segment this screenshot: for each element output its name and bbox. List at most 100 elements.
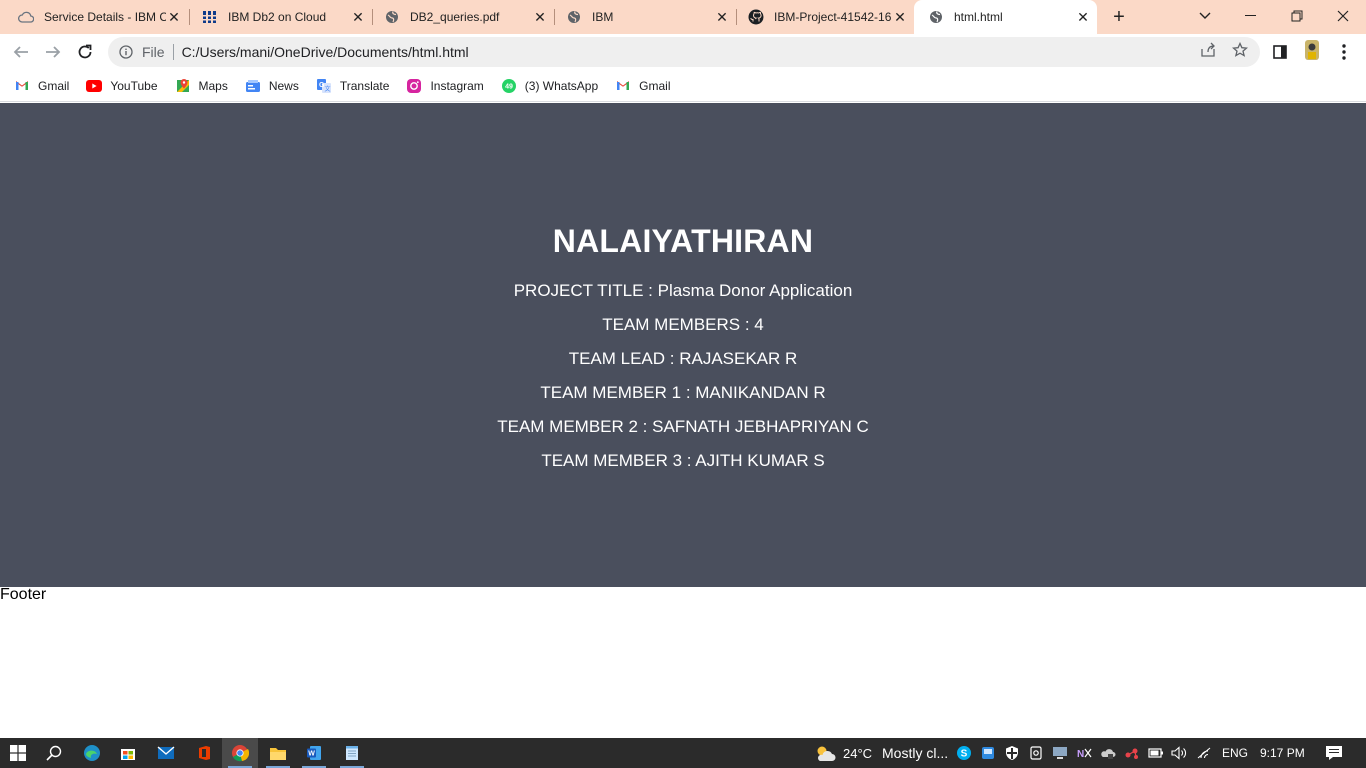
new-tab-button[interactable]: +: [1108, 6, 1130, 28]
team-member-3-line: TEAM MEMBER 3 : AJITH KUMAR S: [541, 451, 825, 470]
team-members-count-line: TEAM MEMBERS : 4: [602, 315, 764, 334]
edge-icon: [84, 745, 100, 761]
bookmark-news[interactable]: News: [245, 78, 299, 94]
close-icon[interactable]: ✕: [892, 9, 908, 25]
taskbar-office[interactable]: [186, 738, 222, 768]
cloud-icon: [18, 9, 34, 25]
github-icon: [748, 9, 764, 25]
side-panel-icon[interactable]: [1271, 43, 1289, 61]
display-icon[interactable]: [1052, 745, 1068, 761]
device-icon[interactable]: [1028, 745, 1044, 761]
minimize-button[interactable]: [1228, 0, 1274, 32]
network-app-icon[interactable]: [1124, 745, 1140, 761]
browser-tab[interactable]: IBM Db2 on Cloud ✕: [184, 0, 372, 34]
windows-logo-icon: [10, 745, 26, 761]
tab-title: IBM: [592, 10, 614, 24]
bookmark-whatsapp[interactable]: 49 (3) WhatsApp: [501, 78, 598, 94]
browser-tab[interactable]: Service Details - IBM C ✕: [0, 0, 188, 34]
tab-title: Service Details - IBM C: [44, 10, 166, 24]
wifi-icon[interactable]: [1196, 745, 1212, 761]
back-button[interactable]: [9, 40, 33, 64]
project-details: PROJECT TITLE : Plasma Donor Application…: [0, 281, 1366, 485]
hero-section: NALAIYATHIRAN PROJECT TITLE : Plasma Don…: [0, 103, 1366, 587]
page-footer: Footer: [0, 586, 47, 603]
bookmark-label: Gmail: [639, 78, 671, 93]
team-member-1-line: TEAM MEMBER 1 : MANIKANDAN R: [540, 383, 826, 402]
bookmark-label: (3) WhatsApp: [524, 78, 599, 93]
taskbar-file-explorer[interactable]: [260, 738, 296, 768]
info-icon[interactable]: [118, 44, 134, 60]
onenote-icon[interactable]: N: [1076, 745, 1092, 761]
tab-title: IBM Db2 on Cloud: [228, 10, 327, 24]
address-bar[interactable]: File C:/Users/mani/OneDrive/Documents/ht…: [108, 37, 1260, 67]
whatsapp-badge: 49: [505, 83, 513, 90]
language-indicator[interactable]: ENG: [1222, 738, 1248, 768]
close-icon[interactable]: ✕: [350, 9, 366, 25]
share-icon[interactable]: [1199, 41, 1217, 59]
mail-icon: [157, 746, 175, 759]
globe-icon: [384, 9, 400, 25]
app-tray-icon[interactable]: [980, 745, 996, 761]
youtube-icon: [86, 78, 103, 94]
bookmark-label: News: [268, 78, 299, 93]
bookmark-youtube[interactable]: YouTube: [86, 78, 158, 94]
browser-tab[interactable]: DB2_queries.pdf ✕: [366, 0, 554, 34]
close-icon[interactable]: ✕: [532, 9, 548, 25]
taskbar-chrome[interactable]: [222, 738, 258, 768]
bookmark-gmail[interactable]: Gmail: [14, 78, 69, 94]
team-lead-line: TEAM LEAD : RAJASEKAR R: [568, 349, 798, 368]
clock[interactable]: 9:17 PM: [1260, 738, 1305, 768]
weather-temp[interactable]: 24°C: [843, 738, 872, 768]
forward-button[interactable]: [41, 40, 65, 64]
instagram-icon: [406, 78, 422, 94]
close-icon: [1337, 10, 1349, 22]
word-icon: W: [307, 746, 321, 760]
avatar: [1305, 40, 1319, 60]
skype-icon[interactable]: S: [956, 745, 972, 761]
security-shield-icon[interactable]: [1004, 745, 1020, 761]
close-icon[interactable]: ✕: [166, 9, 182, 25]
taskbar-word[interactable]: W: [296, 738, 332, 768]
weather-icon[interactable]: [814, 743, 836, 763]
bookmark-label: Gmail: [38, 78, 70, 93]
profile-avatar[interactable]: [1303, 40, 1321, 60]
svg-text:N: N: [1077, 749, 1084, 760]
bookmark-instagram[interactable]: Instagram: [406, 78, 484, 94]
star-icon[interactable]: [1231, 41, 1249, 59]
taskbar-store[interactable]: [110, 738, 146, 768]
bookmark-maps[interactable]: Maps: [175, 78, 228, 94]
news-icon: [245, 78, 261, 94]
weather-text[interactable]: Mostly cl...: [882, 738, 948, 768]
browser-tab-active[interactable]: html.html ✕: [914, 0, 1097, 34]
close-icon[interactable]: ✕: [714, 9, 730, 25]
bookmark-gmail[interactable]: Gmail: [615, 78, 671, 94]
office-icon: [199, 746, 210, 760]
tab-search-button[interactable]: [1182, 0, 1228, 32]
folder-icon: [270, 747, 286, 760]
team-member-2-line: TEAM MEMBER 2 : SAFNATH JEBHAPRIYAN C: [497, 417, 869, 436]
browser-toolbar: File C:/Users/mani/OneDrive/Documents/ht…: [0, 34, 1366, 70]
close-window-button[interactable]: [1320, 0, 1366, 32]
kebab-menu-icon[interactable]: [1335, 43, 1353, 61]
browser-tab[interactable]: IBM ✕: [548, 0, 736, 34]
close-icon[interactable]: ✕: [1075, 9, 1091, 25]
taskbar-notepad[interactable]: [334, 738, 370, 768]
taskbar-mail[interactable]: [148, 738, 184, 768]
notepad-icon: [346, 746, 358, 760]
project-title-line: PROJECT TITLE : Plasma Donor Application: [513, 281, 853, 300]
url-text[interactable]: C:/Users/mani/OneDrive/Documents/html.ht…: [182, 44, 469, 60]
restore-button[interactable]: [1274, 0, 1320, 32]
taskbar-edge[interactable]: [74, 738, 110, 768]
onedrive-icon[interactable]: [1100, 745, 1116, 761]
browser-tab[interactable]: IBM-Project-41542-16 ✕: [730, 0, 914, 34]
restore-icon: [1291, 10, 1303, 22]
reload-button[interactable]: [73, 40, 97, 64]
search-button[interactable]: [36, 738, 72, 768]
notifications-icon[interactable]: [1325, 745, 1343, 761]
volume-icon[interactable]: [1171, 745, 1187, 761]
battery-icon[interactable]: [1148, 745, 1164, 761]
start-button[interactable]: [0, 738, 36, 768]
chrome-icon: [232, 745, 249, 762]
bookmark-translate[interactable]: G文 Translate: [316, 78, 389, 94]
scheme-label: File: [142, 44, 165, 60]
